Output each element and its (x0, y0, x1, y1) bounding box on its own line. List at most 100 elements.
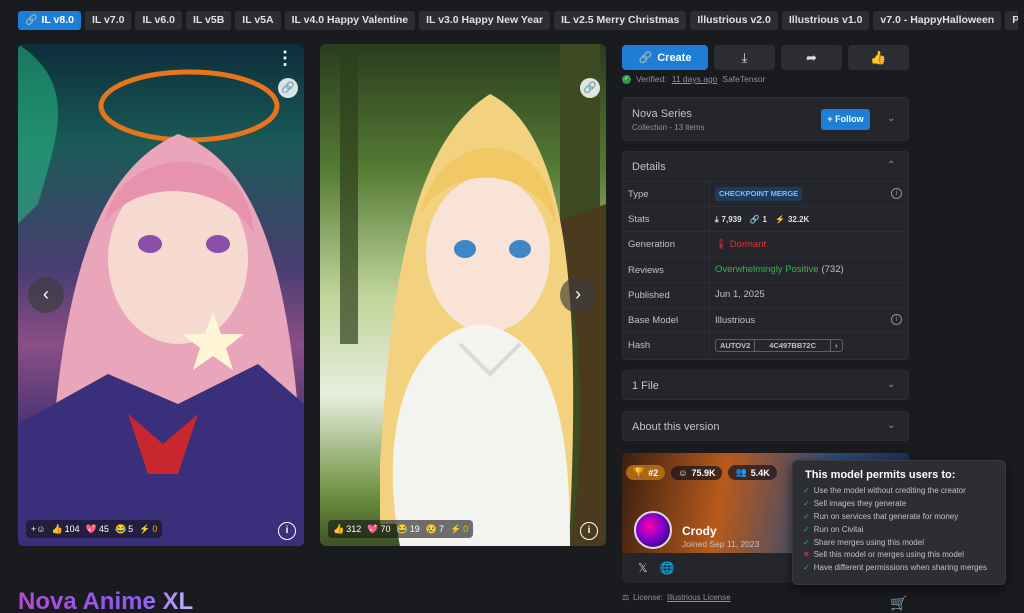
heart-reaction[interactable]: 💖 70 (367, 524, 390, 535)
chevron-up-icon[interactable]: ⌃ (887, 160, 895, 171)
cart-off-icon[interactable]: 🛒 (890, 595, 907, 612)
details-row-published: Published Jun 1, 2025 (623, 282, 908, 308)
tip-reaction[interactable]: ⚡ 0 (139, 524, 157, 535)
tab-il-v6[interactable]: IL v6.0 (135, 11, 182, 30)
verified-line: ✓ Verified: 11 days ago SafeTensor (622, 74, 766, 84)
x-twitter-icon[interactable]: 𝕏 (638, 561, 648, 575)
more-options-icon[interactable]: ⋮ (276, 49, 294, 67)
trophy-icon: 🏆 (633, 467, 645, 477)
details-header[interactable]: Details ⌃ (623, 152, 908, 182)
tab-more[interactable]: Po ▸ (1005, 11, 1018, 30)
tab-il-v5a[interactable]: IL v5A (235, 11, 281, 30)
like-reaction[interactable]: 👍 104 (51, 524, 79, 535)
verified-date-link[interactable]: 11 days ago (672, 74, 718, 84)
tab-il-v2-5[interactable]: IL v2.5 Merry Christmas (554, 11, 687, 30)
share-icon: ➦ (806, 49, 817, 65)
permission-item: ✓ Use the model without crediting the cre… (803, 485, 995, 498)
chevron-down-icon[interactable]: ⌄ (887, 113, 895, 124)
info-icon[interactable]: i (278, 522, 296, 540)
creator-stats: 🏆 #2 ☺ 75.9K 👥 5.4K (626, 465, 777, 480)
generations-stat: ⚡ 32.2K (775, 207, 809, 232)
check-icon: ✓ (803, 524, 810, 534)
collection-card[interactable]: Nova Series Collection - 13 items + Foll… (622, 97, 909, 141)
bolt-icon: ⚡ (775, 214, 785, 224)
like-button[interactable]: 👍 (848, 45, 909, 70)
gallery-image-2[interactable]: 🔗 › 👍 312 💖 70 😂 19 😢 7 ⚡ 0 i (320, 44, 606, 546)
previous-image-button[interactable]: ‹ (28, 277, 64, 313)
tab-illustrious-v1[interactable]: Illustrious v1.0 (781, 11, 870, 30)
license-icon: ⚖ (622, 593, 630, 602)
check-icon: ✓ (803, 498, 810, 508)
laugh-reaction[interactable]: 😂 5 (115, 524, 133, 535)
download-button[interactable]: ⤓ (714, 45, 775, 70)
tip-reaction[interactable]: ⚡ 0 (450, 524, 468, 535)
info-icon[interactable]: i (580, 522, 598, 540)
info-icon[interactable]: i (891, 313, 902, 325)
add-reaction-icon[interactable]: +☺ (31, 524, 45, 534)
reaction-bar: +☺ 👍 104 💖 45 😂 5 ⚡ 0 (26, 520, 163, 538)
avatar[interactable] (634, 511, 672, 549)
hash-selector[interactable]: AUTOV2 4C497BB72C › (715, 339, 843, 353)
permission-item: ✓ Run on services that generate for money (803, 511, 995, 524)
chevron-down-icon[interactable]: ⌄ (887, 420, 895, 431)
tab-il-v4[interactable]: IL v4.0 Happy Valentine (284, 11, 416, 30)
chevron-down-icon[interactable]: ⌄ (887, 379, 895, 390)
next-image-button[interactable]: › (560, 277, 596, 313)
reaction-bar: 👍 312 💖 70 😂 19 😢 7 ⚡ 0 (328, 520, 474, 538)
details-panel: Details ⌃ Type CHECKPOINT MERGE i Stats … (622, 151, 909, 360)
thumbs-up-icon: 👍 (870, 49, 887, 65)
reviews-link[interactable]: Overwhelmingly Positive (715, 257, 818, 282)
chevron-right-icon[interactable]: › (831, 340, 842, 351)
check-icon: ✓ (803, 563, 810, 573)
generation-status: 🌡 Dormant (715, 238, 767, 250)
smile-icon: ☺ (678, 467, 688, 478)
details-row-base-model: Base Model Illustrious i (623, 307, 908, 334)
tab-illustrious-v2[interactable]: Illustrious v2.0 (690, 11, 778, 30)
license-line: ⚖ License: Illustrious License (622, 593, 731, 602)
gallery-image-1[interactable]: ⋮ 🔗 ‹ +☺ 👍 104 💖 45 😂 5 ⚡ 0 i (18, 44, 304, 546)
tab-v7-halloween[interactable]: v7.0 - HappyHalloween (873, 11, 1002, 30)
type-badge: CHECKPOINT MERGE (715, 187, 803, 202)
permission-item: ✓ Share merges using this model (803, 537, 995, 550)
links-stat: 🔗 1 (750, 207, 767, 232)
follow-button[interactable]: + Follow (821, 109, 870, 130)
link-icon: 🔗 (25, 15, 38, 26)
permission-item: ✕ Sell this model or merges using this mo… (803, 549, 995, 562)
permission-item: ✓ Sell images they generate (803, 498, 995, 511)
permission-item: ✓ Have different permissions when sharing… (803, 562, 995, 575)
globe-icon[interactable]: 🌐 (660, 561, 675, 575)
social-links: 𝕏 🌐 (638, 561, 675, 575)
model-sidebar: 🔗 Create ⤓ ➦ 👍 ✓ Verified: 11 days ago Sa… (622, 45, 909, 611)
details-row-hash: Hash AUTOV2 4C497BB72C › (623, 333, 908, 359)
link-icon: 🔗 (638, 52, 653, 64)
license-link[interactable]: Illustrious License (667, 593, 731, 602)
create-button[interactable]: 🔗 Create (622, 45, 708, 70)
tab-il-v3[interactable]: IL v3.0 Happy New Year (419, 11, 551, 30)
creator-stat-2: 👥 5.4K (728, 465, 777, 480)
tab-il-v8[interactable]: 🔗 IL v8.0 (18, 11, 81, 30)
permissions-tooltip: This model permits users to: ✓ Use the mo… (792, 460, 1006, 585)
like-reaction[interactable]: 👍 312 (333, 524, 361, 535)
cry-reaction[interactable]: 😢 7 (426, 524, 444, 535)
details-row-reviews: Reviews Overwhelmingly Positive (732) (623, 257, 908, 283)
format-label: SafeTensor (722, 74, 766, 84)
laugh-reaction[interactable]: 😂 19 (396, 524, 419, 535)
creator-name[interactable]: Crody (682, 524, 717, 538)
about-accordion[interactable]: About this version ⌄ (622, 411, 909, 441)
download-icon: ⤓ (741, 49, 748, 65)
creator-joined: Joined Sep 11, 2023 (682, 539, 760, 549)
tab-il-v5b[interactable]: IL v5B (185, 11, 232, 30)
files-accordion[interactable]: 1 File ⌄ (622, 370, 909, 400)
details-row-stats: Stats ⤓ 7,939 🔗 1 ⚡ 32.2K (623, 207, 908, 233)
info-icon[interactable]: i (891, 188, 902, 199)
heart-reaction[interactable]: 💖 45 (86, 524, 109, 535)
rank-badge: 🏆 #2 (626, 465, 666, 480)
share-button[interactable]: ➦ (781, 45, 842, 70)
check-icon: ✓ (803, 511, 810, 521)
link-icon[interactable]: 🔗 (278, 78, 298, 98)
link-icon[interactable]: 🔗 (580, 78, 600, 98)
details-row-generation: Generation 🌡 Dormant (623, 232, 908, 258)
tab-il-v7[interactable]: IL v7.0 (84, 11, 132, 30)
page-title: Nova Anime XL (18, 588, 193, 613)
check-icon: ✓ (622, 74, 631, 84)
